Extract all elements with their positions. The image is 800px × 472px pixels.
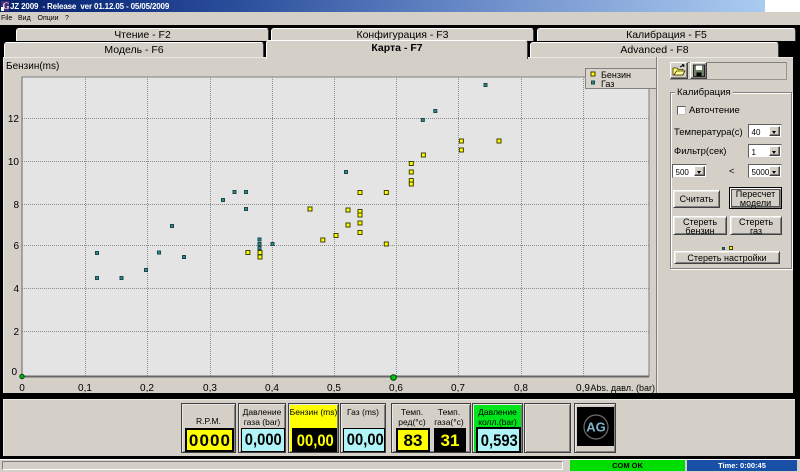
- svg-text:0,9: 0,9: [576, 383, 590, 394]
- svg-text:Газ: Газ: [601, 79, 614, 89]
- svg-text:0,6: 0,6: [389, 383, 403, 394]
- svg-text:0,8: 0,8: [514, 383, 528, 394]
- svg-text:8: 8: [13, 200, 19, 211]
- svg-text:0,5: 0,5: [327, 383, 341, 394]
- svg-text:0,7: 0,7: [451, 383, 465, 394]
- svg-text:AG: AG: [586, 420, 606, 435]
- svg-text:0: 0: [11, 367, 17, 378]
- svg-text:0: 0: [19, 383, 25, 394]
- svg-text:Бензин(ms): Бензин(ms): [6, 61, 59, 72]
- svg-text:4: 4: [13, 284, 19, 295]
- svg-text:6: 6: [13, 241, 19, 252]
- svg-text:0,4: 0,4: [265, 383, 279, 394]
- svg-text:10: 10: [8, 157, 20, 168]
- svg-text:0,1: 0,1: [78, 383, 92, 394]
- svg-text:Abs. давл. (bar): Abs. давл. (bar): [590, 383, 655, 393]
- svg-text:12: 12: [8, 114, 20, 125]
- svg-text:0,3: 0,3: [203, 383, 217, 394]
- svg-text:0,2: 0,2: [140, 383, 154, 394]
- svg-text:2: 2: [13, 327, 19, 338]
